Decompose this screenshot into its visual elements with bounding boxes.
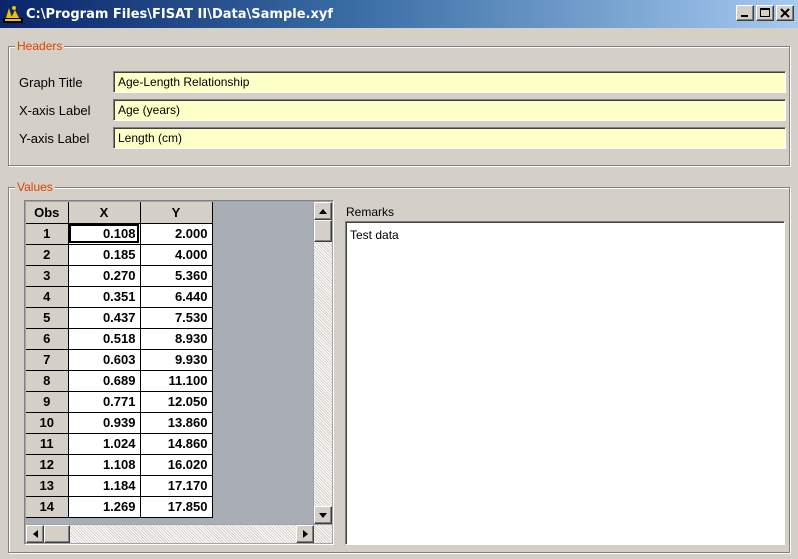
arrow-right-icon (302, 530, 308, 538)
y-cell[interactable]: 17.850 (140, 496, 213, 518)
close-icon (780, 8, 790, 18)
x-cell[interactable]: 0.603 (68, 349, 141, 371)
y-cell[interactable]: 11.100 (140, 370, 213, 392)
obs-cell[interactable]: 14 (26, 496, 69, 518)
y-cell[interactable]: 6.440 (140, 286, 213, 308)
window-title: C:\Program Files\FISAT II\Data\Sample.xy… (26, 6, 333, 22)
obs-cell[interactable]: 6 (26, 328, 69, 350)
table-row[interactable]: 7 0.603 9.930 (26, 349, 213, 371)
table-row[interactable]: 1 0.108 2.000 (26, 223, 213, 245)
y-cell[interactable]: 17.170 (140, 475, 213, 497)
minimize-button[interactable] (736, 5, 754, 21)
column-header-x[interactable]: X (68, 202, 141, 224)
remarks-textarea[interactable]: Test data (345, 221, 785, 545)
x-cell[interactable]: 0.939 (68, 412, 141, 434)
table-row[interactable]: 8 0.689 11.100 (26, 370, 213, 392)
horizontal-scrollbar[interactable] (26, 525, 332, 543)
table-row[interactable]: 2 0.185 4.000 (26, 244, 213, 266)
graph-title-label: Graph Title (19, 74, 83, 90)
remarks-label: Remarks (346, 205, 395, 219)
obs-cell[interactable]: 12 (26, 454, 69, 476)
y-cell[interactable]: 13.860 (140, 412, 213, 434)
headers-group: Headers Graph Title Age-Length Relations… (8, 39, 790, 166)
obs-cell[interactable]: 8 (26, 370, 69, 392)
x-cell[interactable]: 0.518 (68, 328, 141, 350)
arrow-up-icon (319, 208, 327, 214)
table-row[interactable]: 14 1.269 17.850 (26, 496, 213, 518)
arrow-down-icon (319, 512, 327, 518)
column-header-y[interactable]: Y (140, 202, 213, 224)
obs-cell[interactable]: 11 (26, 433, 69, 455)
x-cell[interactable]: 1.269 (68, 496, 141, 518)
x-cell[interactable]: 0.351 (68, 286, 141, 308)
obs-cell[interactable]: 10 (26, 412, 69, 434)
y-cell[interactable]: 14.860 (140, 433, 213, 455)
x-cell[interactable]: 0.771 (68, 391, 141, 413)
obs-cell[interactable]: 9 (26, 391, 69, 413)
title-bar[interactable]: C:\Program Files\FISAT II\Data\Sample.xy… (0, 0, 798, 28)
obs-cell[interactable]: 7 (26, 349, 69, 371)
table-row[interactable]: 5 0.437 7.530 (26, 307, 213, 329)
minimize-icon (741, 15, 748, 17)
x-cell[interactable]: 0.270 (68, 265, 141, 287)
scroll-right-button[interactable] (296, 525, 314, 543)
column-header-obs[interactable]: Obs (26, 202, 69, 224)
table-row[interactable]: 12 1.108 16.020 (26, 454, 213, 476)
arrow-left-icon (32, 530, 38, 538)
x-cell[interactable]: 1.024 (68, 433, 141, 455)
y-cell[interactable]: 8.930 (140, 328, 213, 350)
scroll-up-button[interactable] (314, 202, 332, 220)
maximize-icon (760, 8, 770, 17)
headers-legend: Headers (15, 39, 65, 53)
fisat-app-icon[interactable] (3, 4, 23, 24)
table-header-row: Obs X Y (26, 202, 213, 224)
obs-cell[interactable]: 2 (26, 244, 69, 266)
table-row[interactable]: 10 0.939 13.860 (26, 412, 213, 434)
scroll-down-button[interactable] (314, 506, 332, 524)
vertical-scroll-thumb[interactable] (314, 220, 332, 242)
obs-cell[interactable]: 4 (26, 286, 69, 308)
x-cell[interactable]: 0.437 (68, 307, 141, 329)
maximize-button[interactable] (756, 5, 774, 21)
scroll-left-button[interactable] (26, 525, 44, 543)
graph-title-input[interactable]: Age-Length Relationship (113, 71, 786, 93)
obs-cell[interactable]: 5 (26, 307, 69, 329)
y-cell[interactable]: 9.930 (140, 349, 213, 371)
obs-cell[interactable]: 13 (26, 475, 69, 497)
y-cell[interactable]: 7.530 (140, 307, 213, 329)
values-legend: Values (15, 180, 55, 194)
x-cell[interactable]: 0.108 (68, 223, 141, 245)
table-row[interactable]: 3 0.270 5.360 (26, 265, 213, 287)
obs-cell[interactable]: 3 (26, 265, 69, 287)
y-axis-input[interactable]: Length (cm) (113, 127, 786, 149)
table-row[interactable]: 4 0.351 6.440 (26, 286, 213, 308)
x-cell[interactable]: 0.689 (68, 370, 141, 392)
data-table: Obs X Y 1 0.108 2.000 2 0.185 4.000 3 0.270 5.36… (26, 202, 213, 518)
y-axis-label: Y-axis Label (19, 130, 90, 146)
obs-cell[interactable]: 1 (26, 223, 69, 245)
y-cell[interactable]: 4.000 (140, 244, 213, 266)
x-cell[interactable]: 1.108 (68, 454, 141, 476)
x-cell[interactable]: 1.184 (68, 475, 141, 497)
table-row[interactable]: 13 1.184 17.170 (26, 475, 213, 497)
x-axis-label: X-axis Label (19, 102, 91, 118)
horizontal-scroll-thumb[interactable] (44, 525, 70, 543)
close-button[interactable] (776, 5, 794, 21)
vertical-scrollbar[interactable] (314, 202, 332, 524)
data-grid[interactable]: Obs X Y 1 0.108 2.000 2 0.185 4.000 3 0.270 5.36… (24, 200, 334, 545)
x-axis-input[interactable]: Age (years) (113, 99, 786, 121)
y-cell[interactable]: 5.360 (140, 265, 213, 287)
y-cell[interactable]: 16.020 (140, 454, 213, 476)
table-row[interactable]: 11 1.024 14.860 (26, 433, 213, 455)
table-row[interactable]: 6 0.518 8.930 (26, 328, 213, 350)
y-cell[interactable]: 12.050 (140, 391, 213, 413)
table-row[interactable]: 9 0.771 12.050 (26, 391, 213, 413)
x-cell[interactable]: 0.185 (68, 244, 141, 266)
y-cell[interactable]: 2.000 (140, 223, 213, 245)
